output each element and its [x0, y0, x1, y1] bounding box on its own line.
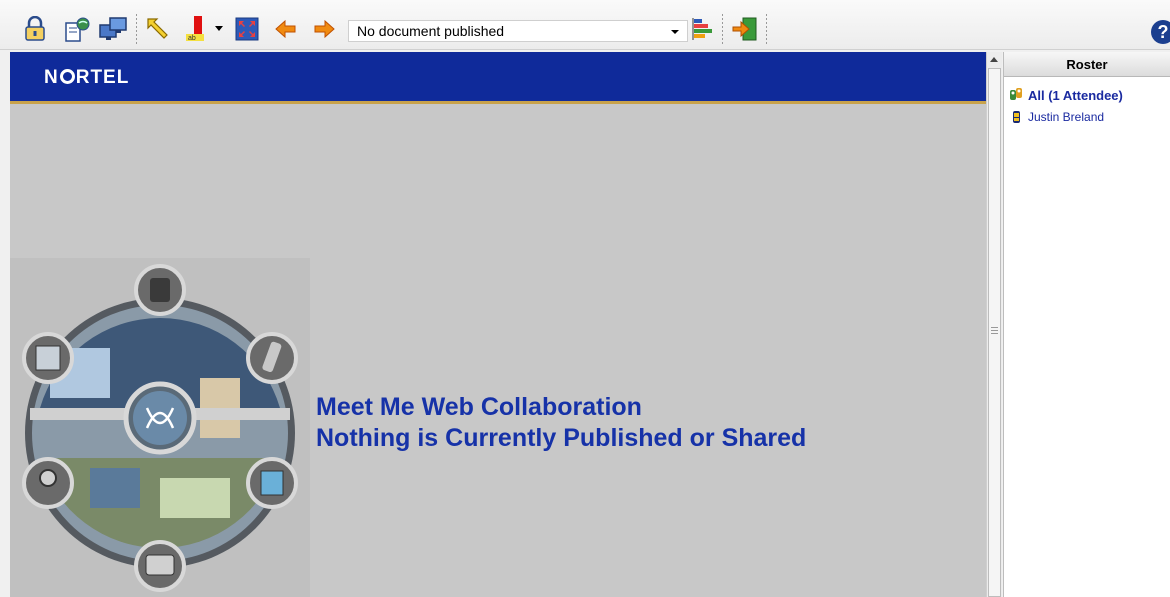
lock-icon[interactable]: [20, 14, 50, 44]
toolbar: ab No document published ?: [0, 0, 1170, 50]
bar-chart-icon[interactable]: [688, 14, 718, 44]
highlight-tool-icon[interactable]: ab: [180, 14, 210, 44]
scroll-thumb[interactable]: [988, 68, 1001, 597]
collaboration-canvas: N RTEL Meet Me Web Collaboration Nothing …: [10, 52, 986, 597]
toolbar-separator: [722, 14, 723, 44]
message-subtitle: Nothing is Currently Published or Shared: [316, 424, 807, 452]
logo-o-glyph: [59, 69, 75, 84]
vertical-scrollbar[interactable]: [986, 52, 1002, 597]
roster-header: Roster: [1004, 52, 1170, 77]
roster-all-label: All (1 Attendee): [1028, 87, 1123, 103]
help-button[interactable]: ?: [1151, 20, 1170, 44]
exit-icon[interactable]: [730, 14, 760, 44]
nortel-banner: N RTEL: [10, 52, 986, 104]
scroll-up-icon[interactable]: [990, 57, 998, 62]
pointer-tool-icon[interactable]: [143, 14, 173, 44]
roster-attendee[interactable]: Justin Breland: [1010, 109, 1104, 125]
roster-all-attendees[interactable]: All (1 Attendee): [1010, 87, 1123, 103]
grip-icon: [991, 327, 998, 335]
collaboration-wheel-image: [10, 258, 310, 597]
attendee-icon: [1013, 111, 1020, 123]
document-select[interactable]: No document published: [348, 20, 688, 42]
attendee-name: Justin Breland: [1028, 110, 1105, 124]
roster-panel: Roster All (1 Attendee) Justin Breland: [1003, 52, 1170, 597]
next-page-icon[interactable]: [309, 14, 339, 44]
svg-text:ab: ab: [188, 35, 196, 42]
nortel-logo: N RTEL: [44, 67, 130, 88]
group-icon: [1010, 88, 1022, 100]
status-message: Meet Me Web Collaboration Nothing is Cur…: [316, 392, 806, 454]
highlight-dropdown-icon[interactable]: [214, 14, 224, 44]
previous-page-icon[interactable]: [271, 14, 301, 44]
toolbar-separator: [766, 14, 767, 44]
share-document-icon[interactable]: [62, 14, 92, 44]
document-select-value: No document published: [357, 23, 505, 39]
message-title: Meet Me Web Collaboration: [316, 393, 642, 421]
fit-to-window-icon[interactable]: [232, 14, 262, 44]
toolbar-separator: [136, 14, 137, 44]
share-desktop-icon[interactable]: [98, 14, 128, 44]
chevron-down-icon: [671, 30, 679, 34]
